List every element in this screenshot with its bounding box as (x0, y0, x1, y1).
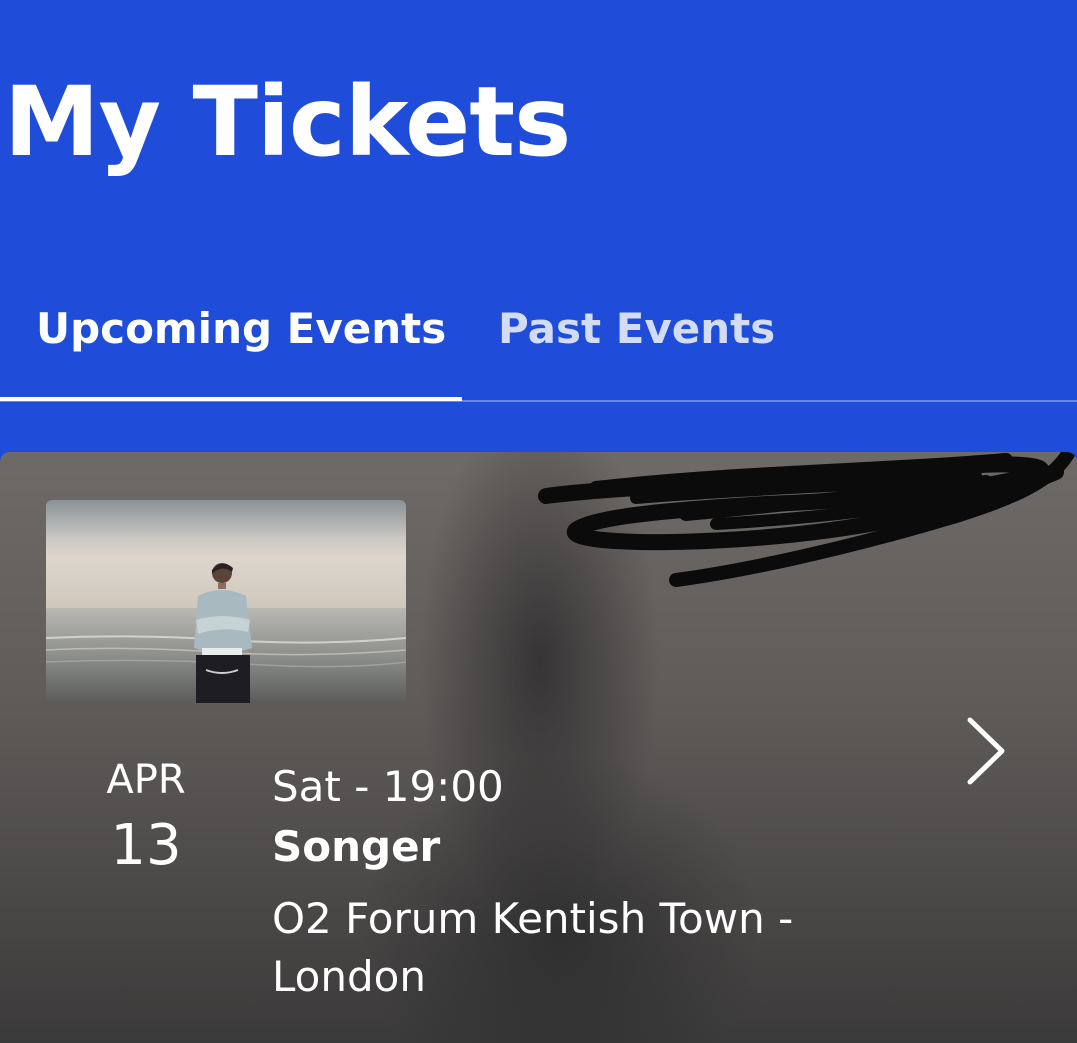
chevron-right-icon[interactable] (964, 716, 1008, 786)
event-name: Songer (272, 822, 441, 871)
event-day: 13 (110, 813, 182, 878)
redaction-scribble (538, 452, 1077, 587)
artist-photo (46, 500, 406, 703)
event-month: APR (106, 757, 186, 803)
event-time: Sat - 19:00 (272, 762, 504, 811)
tab-upcoming-events[interactable]: Upcoming Events (36, 308, 446, 350)
event-tabs: Upcoming Events Past Events (0, 300, 1077, 404)
event-image (46, 500, 406, 703)
page-title: My Tickets (4, 66, 571, 178)
event-card[interactable]: APR 13 Sat - 19:00 Songer O2 Forum Kenti… (0, 452, 1077, 1043)
my-tickets-screen: My Tickets Upcoming Events Past Events A… (0, 0, 1077, 1043)
event-venue: O2 Forum Kentish Town - London (272, 894, 794, 1001)
active-tab-indicator (0, 397, 462, 401)
tab-past-events[interactable]: Past Events (498, 308, 775, 350)
